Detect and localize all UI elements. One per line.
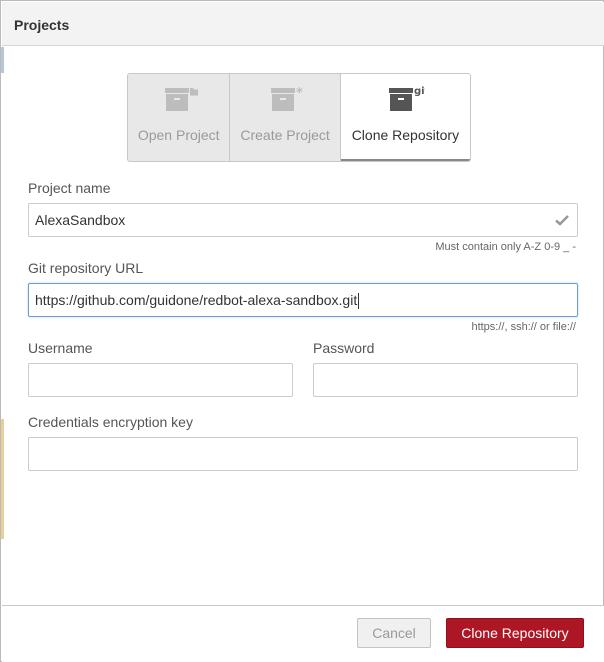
credentials-key-label: Credentials encryption key [28, 414, 193, 430]
cancel-button[interactable]: Cancel [357, 618, 431, 648]
git-url-hint: https://, ssh:// or file:// [471, 321, 576, 333]
git-url-input[interactable]: https://github.com/guidone/redbot-alexa-… [28, 283, 578, 317]
project-name-label: Project name [28, 180, 111, 196]
dialog-titlebar: Projects [2, 2, 604, 46]
archive-folder-icon [164, 88, 198, 111]
dialog-footer: Cancel Clone Repository [2, 605, 604, 662]
dialog-title: Projects [14, 17, 70, 33]
project-mode-tabs: Open Project * Create Project git Clone … [127, 73, 471, 162]
background-edge-strip [1, 47, 4, 73]
archive-git-icon: git [389, 86, 425, 111]
git-icon-text: git [414, 86, 425, 97]
project-name-value: AlexaSandbox [35, 212, 126, 228]
svg-text:*: * [296, 86, 303, 101]
tab-label: Create Project [240, 127, 330, 143]
project-name-hint: Must contain only A-Z 0-9 _ - [435, 241, 576, 253]
password-label: Password [313, 340, 375, 356]
tab-label: Open Project [137, 127, 220, 143]
tab-clone-repository[interactable]: git Clone Repository [340, 74, 470, 161]
text-caret [358, 293, 360, 310]
tab-label: Clone Repository [351, 127, 460, 143]
username-label: Username [28, 340, 93, 356]
clone-repository-button[interactable]: Clone Repository [446, 618, 584, 648]
password-input[interactable] [313, 363, 578, 397]
tab-create-project[interactable]: * Create Project [230, 74, 341, 161]
projects-dialog: Projects Open Project * Create Project g… [0, 0, 604, 662]
tab-open-project[interactable]: Open Project [128, 74, 231, 161]
git-url-value: https://github.com/guidone/redbot-alexa-… [35, 292, 358, 308]
username-input[interactable] [28, 363, 293, 397]
credentials-key-input[interactable] [28, 437, 578, 471]
background-edge-strip [1, 419, 4, 539]
archive-asterisk-icon: * [271, 86, 303, 111]
git-url-label: Git repository URL [28, 260, 144, 276]
check-icon [555, 215, 569, 226]
project-name-input[interactable]: AlexaSandbox [28, 203, 578, 237]
